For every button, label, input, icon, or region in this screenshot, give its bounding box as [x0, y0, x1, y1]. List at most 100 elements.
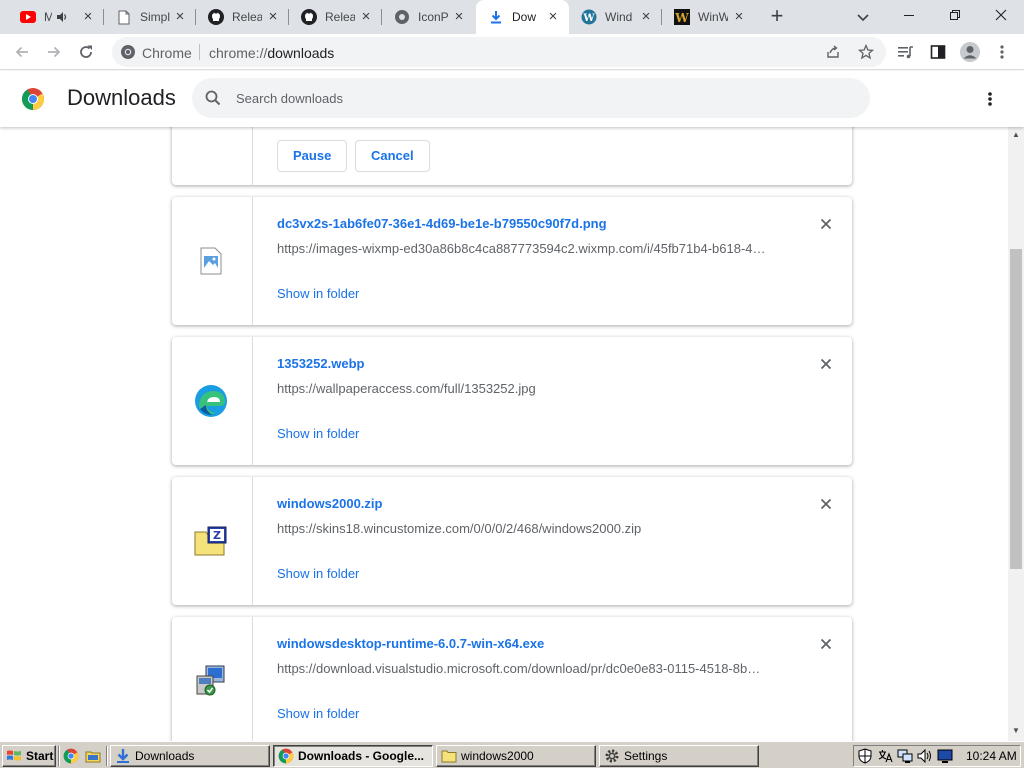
close-tab-icon[interactable]: × [638, 9, 654, 25]
reload-icon[interactable] [74, 40, 98, 64]
download-folder-icon [115, 748, 131, 764]
show-in-folder-link[interactable]: Show in folder [277, 566, 359, 581]
close-tab-icon[interactable]: × [265, 9, 281, 25]
winw-icon: W [674, 9, 690, 25]
file-name-link[interactable]: windowsdesktop-runtime-6.0.7-win-x64.exe [277, 636, 544, 651]
media-queue-icon[interactable] [894, 40, 918, 64]
display-icon[interactable] [937, 748, 953, 764]
zip-folder-icon: Z [194, 524, 228, 558]
url-scheme: chrome:// [209, 45, 268, 61]
share-icon[interactable] [825, 44, 841, 60]
search-input[interactable] [236, 88, 836, 108]
cancel-button[interactable]: Cancel [355, 140, 430, 172]
github-icon [301, 9, 317, 25]
new-tab-button[interactable]: + [766, 5, 788, 28]
taskbar-button-label: Downloads - Google... [298, 749, 424, 763]
search-downloads[interactable] [192, 78, 870, 118]
language-icon[interactable] [877, 748, 893, 764]
globe-icon [394, 9, 410, 25]
remove-close-icon[interactable] [817, 635, 835, 653]
url-host: downloads [267, 45, 335, 61]
explorer-quicklaunch-icon[interactable] [84, 747, 102, 765]
tab-title: Simpl [140, 10, 170, 24]
screen: M × Simpl × Relea × Relea × IconP × Dow … [0, 0, 1024, 768]
tab-wordpress[interactable]: W Wind × [569, 0, 662, 34]
url-text[interactable]: chrome://downloads [209, 45, 334, 61]
image-file-icon [194, 244, 228, 278]
tab-search-chevron-icon[interactable] [854, 8, 872, 26]
file-source-url[interactable]: https://download.visualstudio.microsoft.… [277, 661, 777, 676]
remove-close-icon[interactable] [817, 215, 835, 233]
taskbar-button-chrome[interactable]: Downloads - Google... [273, 745, 433, 767]
start-button[interactable]: Start [2, 745, 56, 767]
edge-file-icon [194, 384, 228, 418]
close-tab-icon[interactable]: × [172, 9, 188, 25]
windows-flag-icon [6, 748, 22, 764]
download-icon [488, 9, 504, 25]
taskbar-button-downloads-folder[interactable]: Downloads [110, 745, 270, 767]
side-panel-icon[interactable] [926, 40, 950, 64]
remove-close-icon[interactable] [817, 495, 835, 513]
svg-text:W: W [582, 13, 595, 24]
pause-button[interactable]: Pause [277, 140, 348, 172]
tab-release-2[interactable]: Relea × [289, 0, 382, 34]
tab-downloads[interactable]: Dow × [476, 0, 569, 34]
bookmark-star-icon[interactable] [857, 43, 875, 60]
close-tab-icon[interactable]: × [451, 9, 467, 25]
file-name-link[interactable]: 1353252.webp [277, 356, 364, 371]
back-arrow-icon[interactable] [10, 40, 34, 64]
svg-text:Z: Z [213, 529, 221, 542]
show-in-folder-link[interactable]: Show in folder [277, 706, 359, 721]
svg-text:W: W [674, 11, 689, 25]
tab-simpl[interactable]: Simpl × [104, 0, 196, 34]
downloads-menu-icon[interactable] [978, 87, 1002, 111]
remove-close-icon[interactable] [817, 355, 835, 373]
show-in-folder-link[interactable]: Show in folder [277, 426, 359, 441]
taskbar-clock[interactable]: 10:24 AM [966, 749, 1017, 763]
close-tab-icon[interactable]: × [80, 9, 96, 25]
chrome-menu-icon[interactable] [990, 40, 1014, 64]
taskbar-button-windows2000[interactable]: windows2000 [436, 745, 596, 767]
close-tab-icon[interactable]: × [731, 9, 747, 25]
profile-avatar-icon[interactable] [958, 40, 982, 64]
tab-youtube[interactable]: M × [8, 0, 104, 34]
tab-title: Relea [325, 10, 355, 24]
chrome-site-icon[interactable] [120, 44, 136, 60]
download-card: 1353252.webp https://wallpaperaccess.com… [172, 337, 852, 465]
taskbar-divider [106, 746, 108, 766]
file-source-url[interactable]: https://images-wixmp-ed30a86b8c4ca887773… [277, 241, 777, 256]
site-chip-label: Chrome [142, 45, 192, 61]
chrome-quicklaunch-icon[interactable] [62, 747, 80, 765]
scroll-up-arrow-icon[interactable]: ▲ [1012, 131, 1020, 139]
show-in-folder-link[interactable]: Show in folder [277, 286, 359, 301]
downloads-header: Downloads [0, 71, 1024, 127]
file-name-link[interactable]: windows2000.zip [277, 496, 382, 511]
close-tab-icon[interactable]: × [545, 9, 561, 25]
vertical-scrollbar[interactable]: ▲ ▼ [1008, 127, 1024, 741]
scroll-down-arrow-icon[interactable]: ▼ [1012, 727, 1020, 735]
volume-icon[interactable] [917, 748, 933, 764]
forward-arrow-icon[interactable] [42, 40, 66, 64]
network-icon[interactable] [897, 748, 913, 764]
close-tab-icon[interactable]: × [358, 9, 374, 25]
tab-title: Wind [605, 10, 633, 24]
download-card: dc3vx2s-1ab6fe07-36e1-4d69-be1e-b79550c9… [172, 197, 852, 325]
speaker-icon[interactable] [56, 10, 70, 24]
close-window-button[interactable] [978, 0, 1024, 30]
page-icon [116, 9, 132, 25]
file-name-link[interactable]: dc3vx2s-1ab6fe07-36e1-4d69-be1e-b79550c9… [277, 216, 607, 231]
minimize-button[interactable] [886, 0, 932, 30]
security-shield-icon[interactable] [857, 748, 873, 764]
file-source-url[interactable]: https://skins18.wincustomize.com/0/0/0/2… [277, 521, 777, 536]
file-source-url[interactable]: https://wallpaperaccess.com/full/1353252… [277, 381, 777, 396]
tab-winw[interactable]: W WinW × [662, 0, 755, 34]
download-card-in-progress: Pause Cancel [172, 127, 852, 185]
tab-strip: M × Simpl × Relea × Relea × IconP × Dow … [0, 0, 1024, 34]
start-label: Start [26, 749, 54, 763]
tab-release-1[interactable]: Relea × [196, 0, 289, 34]
tab-iconp[interactable]: IconP × [382, 0, 475, 34]
restore-button[interactable] [932, 0, 978, 30]
taskbar-button-settings[interactable]: Settings [599, 745, 759, 767]
address-bar[interactable]: Chrome chrome://downloads [112, 37, 886, 67]
scrollbar-thumb[interactable] [1010, 249, 1022, 569]
